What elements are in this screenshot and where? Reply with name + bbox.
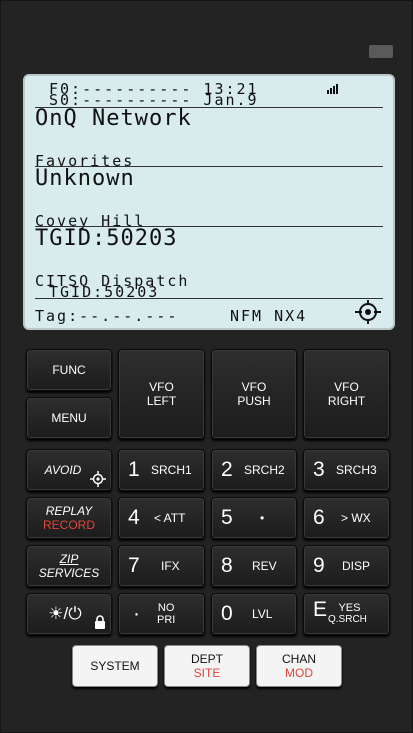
key-6-digit: 6 (313, 506, 325, 529)
key-e-function-1: YES (338, 602, 361, 614)
signal-strength-icon (327, 84, 339, 94)
key-dot-button[interactable]: · NO PRI (118, 593, 205, 635)
key-9-button[interactable]: 9 DISP (303, 545, 390, 587)
site-label: SITE (193, 666, 221, 680)
key-4-button[interactable]: 4 < ATT (118, 497, 205, 539)
replay-label: REPLAY (45, 504, 93, 518)
vfo-right-label-2: RIGHT (327, 394, 366, 408)
menu-label: MENU (51, 411, 87, 425)
chan-mod-button[interactable]: CHAN MOD (256, 645, 342, 687)
key-7-digit: 7 (128, 554, 140, 577)
key-7-button[interactable]: 7 IFX (118, 545, 205, 587)
key-e-button[interactable]: E YES Q.SRCH (303, 593, 390, 635)
key-5-function: • (260, 511, 265, 525)
key-5-digit: 5 (221, 506, 233, 529)
replay-record-button[interactable]: REPLAY RECORD (26, 497, 112, 539)
vfo-push-button[interactable]: VFO PUSH (211, 349, 297, 439)
zip-label: ZIP (59, 552, 79, 566)
key-4-function: < ATT (154, 511, 186, 525)
gps-target-icon (90, 471, 106, 487)
key-3-button[interactable]: 3 SRCH3 (303, 449, 390, 491)
power-button[interactable]: ☀/⏻ (26, 593, 112, 635)
dept-label: DEPT (190, 652, 223, 666)
lcd-mode: NFM NX4 (230, 307, 308, 325)
system-label: SYSTEM (90, 659, 140, 673)
key-0-digit: 0 (221, 602, 233, 625)
key-8-function: REV (252, 559, 277, 573)
avoid-button[interactable]: AVOID (26, 449, 112, 491)
lcd-tgid: TGID:50203 (35, 226, 178, 251)
record-label: RECORD (42, 518, 95, 532)
key-2-function: SRCH2 (244, 463, 285, 477)
menu-button[interactable]: MENU (26, 397, 112, 439)
key-9-function: DISP (342, 559, 371, 573)
gps-target-icon (355, 300, 381, 324)
key-dot-function-1: NO (157, 602, 175, 614)
key-2-digit: 2 (221, 458, 233, 481)
key-3-function: SRCH3 (336, 463, 377, 477)
dept-site-button[interactable]: DEPT SITE (164, 645, 250, 687)
chan-label: CHAN (281, 652, 316, 666)
lcd-department-name: Unknown (35, 166, 135, 191)
vfo-right-label-1: VFO (334, 380, 359, 394)
key-1-digit: 1 (128, 458, 140, 481)
vfo-left-button[interactable]: VFO LEFT (118, 349, 205, 439)
key-5-button[interactable]: 5 • (211, 497, 297, 539)
mod-label: MOD (285, 666, 313, 680)
vfo-left-label-1: VFO (149, 380, 174, 394)
status-led (369, 45, 393, 58)
func-button[interactable]: FUNC (26, 349, 112, 391)
lcd-tag: Tag:--.--.--- (35, 307, 179, 325)
vfo-push-label-2: PUSH (237, 394, 271, 408)
key-dot-digit: · (133, 602, 140, 625)
key-1-button[interactable]: 1 SRCH1 (118, 449, 205, 491)
key-3-digit: 3 (313, 458, 325, 481)
vfo-push-label-1: VFO (241, 380, 267, 394)
key-7-function: IFX (161, 559, 180, 573)
lcd-divider (35, 298, 383, 299)
lock-icon (95, 615, 105, 629)
key-6-function: > WX (341, 511, 371, 525)
key-e-digit: E (313, 598, 328, 621)
key-4-digit: 4 (128, 506, 140, 529)
key-e-function-2: Q.SRCH (328, 614, 367, 625)
key-0-button[interactable]: 0 LVL (211, 593, 297, 635)
services-label: SERVICES (38, 566, 100, 580)
scanner-body: F0:---------- 13:21 S0:---------- Jan.9 … (0, 0, 413, 733)
system-button[interactable]: SYSTEM (72, 645, 158, 687)
key-0-function: LVL (252, 607, 273, 621)
key-dot-function-2: PRI (157, 614, 176, 626)
key-6-button[interactable]: 6 > WX (303, 497, 390, 539)
key-2-button[interactable]: 2 SRCH2 (211, 449, 297, 491)
vfo-right-button[interactable]: VFO RIGHT (303, 349, 390, 439)
lcd-system-name: OnQ Network (35, 106, 192, 131)
key-1-function: SRCH1 (151, 463, 192, 477)
zip-services-button[interactable]: ZIP SERVICES (26, 545, 112, 587)
key-8-button[interactable]: 8 REV (211, 545, 297, 587)
key-9-digit: 9 (313, 554, 325, 577)
vfo-left-label-2: LEFT (146, 394, 177, 408)
lcd-display: F0:---------- 13:21 S0:---------- Jan.9 … (23, 74, 395, 330)
func-label: FUNC (52, 363, 86, 377)
key-8-digit: 8 (221, 554, 233, 577)
